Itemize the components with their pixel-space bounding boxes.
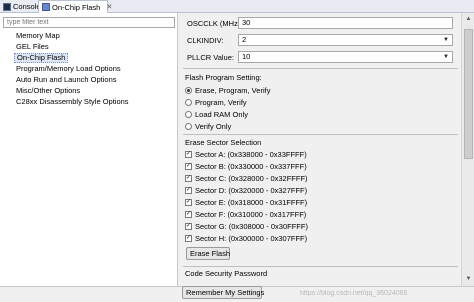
nav-item-misc-other-options[interactable]: Misc/Other Options xyxy=(14,86,82,96)
checkbox-label: Sector B: (0x330000 - 0x337FFF) xyxy=(195,161,307,171)
radio-erase-program-verify[interactable]: Erase, Program, Verify xyxy=(185,85,270,95)
scroll-down-icon[interactable]: ▼ xyxy=(464,275,473,284)
scrollbar-thumb[interactable] xyxy=(464,29,473,159)
checkbox-sector-g[interactable]: ✓ Sector G: (0x308000 - 0x30FFFF) xyxy=(185,221,308,231)
tab-on-chip-flash-label: On-Chip Flash xyxy=(52,2,101,12)
nav-item-gel-files[interactable]: GEL Files xyxy=(14,42,51,52)
check-icon: ✓ xyxy=(185,174,192,182)
checkbox-sector-h[interactable]: ✓ Sector H: (0x300000 - 0x307FFF) xyxy=(185,233,307,243)
close-icon[interactable]: ✕ xyxy=(106,3,112,11)
erase-flash-button[interactable]: Erase Flash xyxy=(186,247,230,260)
radio-dot xyxy=(185,122,192,130)
checkbox-label: Sector E: (0x318000 - 0x31FFFF) xyxy=(195,197,308,207)
check-icon: ✓ xyxy=(185,234,192,242)
check-icon: ✓ xyxy=(185,210,192,218)
check-icon: ✓ xyxy=(185,150,192,158)
scroll-up-icon[interactable]: ▲ xyxy=(464,15,473,24)
divider xyxy=(183,134,458,135)
flash-icon xyxy=(42,3,50,11)
filter-input[interactable] xyxy=(3,17,175,28)
flash-program-setting-label: Flash Program Setting: xyxy=(185,73,262,82)
check-icon: ✓ xyxy=(185,162,192,170)
oscclk-label: OSCCLK (MHz): xyxy=(187,19,243,28)
code-security-password-label: Code Security Password xyxy=(185,269,268,278)
nav-item-on-chip-flash[interactable]: On-Chip Flash xyxy=(14,53,69,63)
oscclk-field[interactable]: 30 xyxy=(238,17,453,29)
checkbox-label: Sector H: (0x300000 - 0x307FFF) xyxy=(195,233,308,243)
radio-program-verify[interactable]: Program, Verify xyxy=(185,97,247,107)
divider xyxy=(183,266,458,267)
tab-console-label: Console xyxy=(13,2,41,11)
radio-label: Verify Only xyxy=(195,121,232,131)
checkbox-label: Sector D: (0x320000 - 0x327FFF) xyxy=(195,185,308,195)
pllcr-label: PLLCR Value: xyxy=(187,53,234,62)
check-icon: ✓ xyxy=(185,198,192,206)
vertical-scrollbar[interactable]: ▲ ▼ xyxy=(461,13,474,286)
tab-on-chip-flash[interactable]: On-Chip Flash ✕ xyxy=(38,0,112,13)
clkindiv-select[interactable]: 2 ▼ xyxy=(238,34,453,46)
tab-console[interactable]: Console xyxy=(0,0,41,13)
checkbox-label: Sector G: (0x308000 - 0x30FFFF) xyxy=(195,221,308,231)
radio-dot xyxy=(185,86,192,94)
console-icon xyxy=(3,2,11,11)
checkbox-label: Sector F: (0x310000 - 0x317FFF) xyxy=(195,209,307,219)
radio-verify-only[interactable]: Verify Only xyxy=(185,121,231,131)
checkbox-sector-c[interactable]: ✓ Sector C: (0x328000 - 0x32FFFF) xyxy=(185,173,308,183)
radio-dot xyxy=(185,98,192,106)
tab-bar: Console On-Chip Flash ✕ xyxy=(0,0,474,13)
radio-dot xyxy=(185,110,192,118)
checkbox-sector-d[interactable]: ✓ Sector D: (0x320000 - 0x327FFF) xyxy=(185,185,307,195)
checkbox-sector-b[interactable]: ✓ Sector B: (0x330000 - 0x337FFF) xyxy=(185,161,307,171)
checkbox-label: Sector C: (0x328000 - 0x32FFFF) xyxy=(195,173,308,183)
checkbox-sector-f[interactable]: ✓ Sector F: (0x310000 - 0x317FFF) xyxy=(185,209,306,219)
checkbox-label: Sector A: (0x338000 - 0x33FFFF) xyxy=(195,149,307,159)
pllcr-value: 10 xyxy=(242,52,251,61)
pllcr-select[interactable]: 10 ▼ xyxy=(238,51,453,63)
clkindiv-value: 2 xyxy=(242,35,247,44)
radio-label: Load RAM Only xyxy=(195,109,248,119)
nav-item-c28xx-disassembly-style-options[interactable]: C28xx Disassembly Style Options xyxy=(14,97,131,107)
erase-sector-selection-label: Erase Sector Selection xyxy=(185,138,262,147)
checkbox-sector-a[interactable]: ✓ Sector A: (0x338000 - 0x33FFFF) xyxy=(185,149,307,159)
radio-label: Erase, Program, Verify xyxy=(195,85,271,95)
nav-item-auto-run-and-launch-options[interactable]: Auto Run and Launch Options xyxy=(14,75,119,85)
watermark: https://blog.csdn.net/qq_36024066 xyxy=(300,290,408,297)
check-icon: ✓ xyxy=(185,186,192,194)
check-icon: ✓ xyxy=(185,222,192,230)
settings-tree-panel: Memory Map GEL Files On-Chip Flash Progr… xyxy=(0,13,178,286)
remember-my-settings-button[interactable]: Remember My Settings xyxy=(182,286,264,299)
nav-item-memory-map[interactable]: Memory Map xyxy=(14,31,62,41)
clkindiv-label: CLKINDIV: xyxy=(187,36,224,45)
radio-load-ram-only[interactable]: Load RAM Only xyxy=(185,109,248,119)
nav-item-program-memory-load-options[interactable]: Program/Memory Load Options xyxy=(14,64,123,74)
radio-label: Program, Verify xyxy=(195,97,247,107)
divider xyxy=(183,68,458,69)
chevron-down-icon: ▼ xyxy=(443,37,449,43)
checkbox-sector-e[interactable]: ✓ Sector E: (0x318000 - 0x31FFFF) xyxy=(185,197,307,207)
chevron-down-icon: ▼ xyxy=(443,54,449,60)
